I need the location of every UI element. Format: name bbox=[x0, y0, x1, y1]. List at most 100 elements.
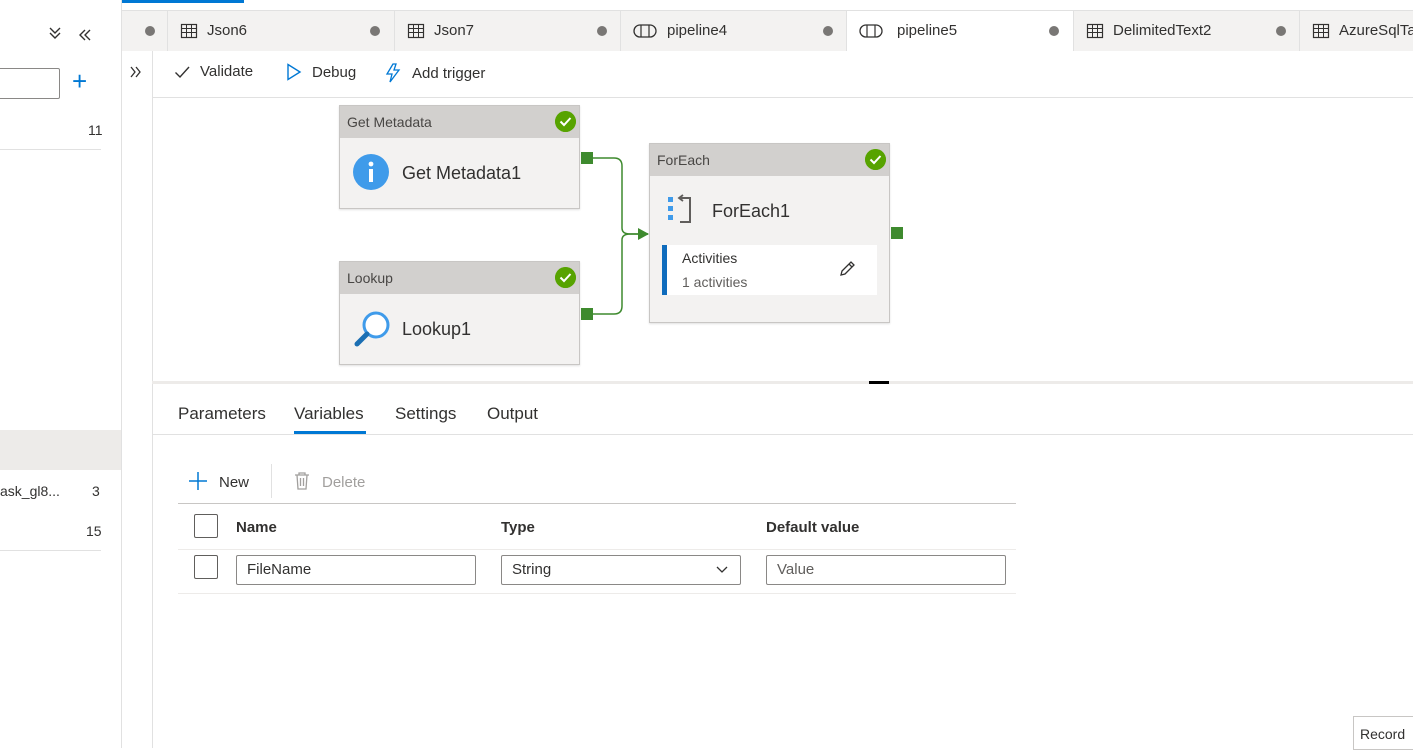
resource-item-label[interactable]: ask_gl8... bbox=[0, 483, 60, 499]
collapse-panel-icon[interactable] bbox=[78, 28, 92, 47]
success-check-icon bbox=[555, 267, 576, 288]
add-resource-button[interactable]: + bbox=[72, 66, 87, 97]
column-header-name: Name bbox=[236, 519, 277, 536]
lookup-magnifier-icon bbox=[354, 311, 390, 347]
delete-variable-button[interactable]: Delete bbox=[293, 470, 365, 491]
divider bbox=[0, 149, 101, 150]
tab-label: pipeline5 bbox=[897, 22, 958, 39]
validate-button[interactable]: Validate bbox=[174, 63, 253, 80]
tab-label: AzureSqlTa bbox=[1339, 22, 1413, 39]
resource-filter-input[interactable] bbox=[0, 68, 60, 99]
table-icon bbox=[180, 23, 198, 39]
row-select-checkbox[interactable] bbox=[194, 555, 218, 579]
tab-variables[interactable]: Variables bbox=[294, 404, 364, 424]
table-icon bbox=[1086, 23, 1104, 39]
activity-foreach[interactable]: ForEach ForEach1 Activities 1 activities bbox=[649, 143, 890, 323]
resource-count: 3 bbox=[92, 483, 100, 499]
panel-splitter[interactable] bbox=[152, 381, 1413, 384]
inner-activities-title: Activities bbox=[682, 250, 738, 266]
variable-type-select[interactable]: String bbox=[501, 555, 741, 585]
column-header-type: Type bbox=[501, 519, 535, 536]
divider bbox=[178, 549, 1016, 550]
expand-panel-icon[interactable] bbox=[130, 65, 142, 81]
unsaved-dot-icon bbox=[145, 26, 155, 36]
pipelines-count: 11 bbox=[88, 122, 103, 138]
divider bbox=[178, 593, 1016, 594]
variable-name-input[interactable]: FileName bbox=[236, 555, 476, 585]
debug-label: Debug bbox=[312, 63, 357, 81]
trash-icon bbox=[295, 471, 309, 490]
tab-overflow[interactable] bbox=[122, 11, 168, 51]
delete-label: Delete bbox=[322, 474, 366, 491]
activity-type-label: Lookup bbox=[347, 270, 393, 286]
unsaved-dot-icon bbox=[1049, 26, 1059, 36]
activity-type: ForEach bbox=[650, 144, 889, 176]
collapse-all-icon[interactable] bbox=[48, 26, 62, 45]
unsaved-dot-icon bbox=[597, 26, 607, 36]
activity-name: Get Metadata1 bbox=[402, 163, 522, 183]
splitter-grip[interactable] bbox=[869, 381, 889, 384]
default-value-placeholder: Value bbox=[777, 561, 815, 578]
divider bbox=[0, 550, 101, 551]
activity-lookup[interactable]: Lookup Lookup1 bbox=[339, 261, 580, 365]
unsaved-dot-icon bbox=[1276, 26, 1286, 36]
validate-label: Validate bbox=[200, 63, 254, 80]
tab-azuresqltable[interactable]: AzureSqlTa bbox=[1300, 11, 1413, 51]
tab-pipeline4[interactable]: pipeline4 bbox=[621, 11, 847, 51]
record-label: Record bbox=[1360, 726, 1406, 742]
column-header-default-value: Default value bbox=[766, 519, 860, 536]
factory-resources-panel: + 11 ask_gl8... 3 15 bbox=[0, 0, 122, 748]
new-label: New bbox=[219, 474, 250, 491]
tab-label: DelimitedText2 bbox=[1113, 22, 1212, 39]
edit-pencil-icon[interactable] bbox=[838, 260, 856, 278]
activity-type: Get Metadata bbox=[340, 106, 579, 138]
tab-json7[interactable]: Json7 bbox=[395, 11, 621, 51]
divider bbox=[178, 503, 1016, 504]
success-check-icon bbox=[865, 149, 886, 170]
add-trigger-label: Add trigger bbox=[412, 64, 486, 82]
activity-get-metadata[interactable]: Get Metadata Get Metadata1 bbox=[339, 105, 580, 209]
tab-settings[interactable]: Settings bbox=[395, 404, 456, 424]
success-output-port[interactable] bbox=[581, 308, 593, 320]
activity-type: Lookup bbox=[340, 262, 579, 294]
tab-pipeline5[interactable]: pipeline5 bbox=[847, 11, 1074, 51]
variable-name-value: FileName bbox=[247, 561, 312, 578]
add-trigger-button[interactable]: Add trigger bbox=[384, 63, 485, 83]
unsaved-dot-icon bbox=[823, 26, 833, 36]
divider bbox=[271, 464, 272, 498]
tab-label: Json6 bbox=[207, 22, 248, 39]
activity-name: ForEach1 bbox=[712, 201, 791, 221]
new-variable-button[interactable]: New bbox=[188, 470, 249, 491]
tab-json6[interactable]: Json6 bbox=[168, 11, 395, 51]
success-output-port[interactable] bbox=[581, 152, 593, 164]
plus-icon bbox=[189, 471, 207, 490]
table-icon bbox=[407, 23, 425, 39]
pipeline-canvas[interactable]: Get Metadata Get Metadata1 Lookup Lookup… bbox=[152, 98, 1413, 382]
pipeline-icon bbox=[633, 24, 657, 38]
play-icon bbox=[287, 63, 302, 81]
pipeline-toolbar: Validate Debug Add trigger bbox=[152, 51, 1413, 98]
record-button[interactable]: Record bbox=[1353, 716, 1413, 750]
table-icon bbox=[1312, 23, 1330, 39]
tab-parameters[interactable]: Parameters bbox=[178, 404, 266, 424]
tab-label: pipeline4 bbox=[667, 22, 728, 39]
tab-output[interactable]: Output bbox=[487, 404, 538, 424]
inner-activities-box[interactable]: Activities 1 activities bbox=[662, 245, 877, 295]
select-all-checkbox[interactable] bbox=[194, 514, 218, 538]
variable-default-value-input[interactable]: Value bbox=[766, 555, 1006, 585]
activity-type-label: Get Metadata bbox=[347, 114, 432, 130]
debug-button[interactable]: Debug bbox=[286, 63, 356, 81]
document-tab-bar: Json6 Json7 pipeline4 pipeline5 Delimite… bbox=[122, 10, 1413, 51]
info-icon bbox=[353, 154, 389, 190]
divider bbox=[152, 434, 1413, 435]
foreach-loop-icon bbox=[668, 194, 691, 223]
variable-type-value: String bbox=[512, 561, 552, 578]
success-check-icon bbox=[555, 111, 576, 132]
selected-resource-item[interactable] bbox=[0, 430, 121, 470]
trigger-icon bbox=[385, 63, 401, 83]
success-output-port[interactable] bbox=[891, 227, 903, 239]
tab-delimitedtext2[interactable]: DelimitedText2 bbox=[1074, 11, 1300, 51]
unsaved-dot-icon bbox=[370, 26, 380, 36]
datasets-count: 15 bbox=[86, 523, 102, 539]
activity-name: Lookup1 bbox=[402, 319, 472, 339]
